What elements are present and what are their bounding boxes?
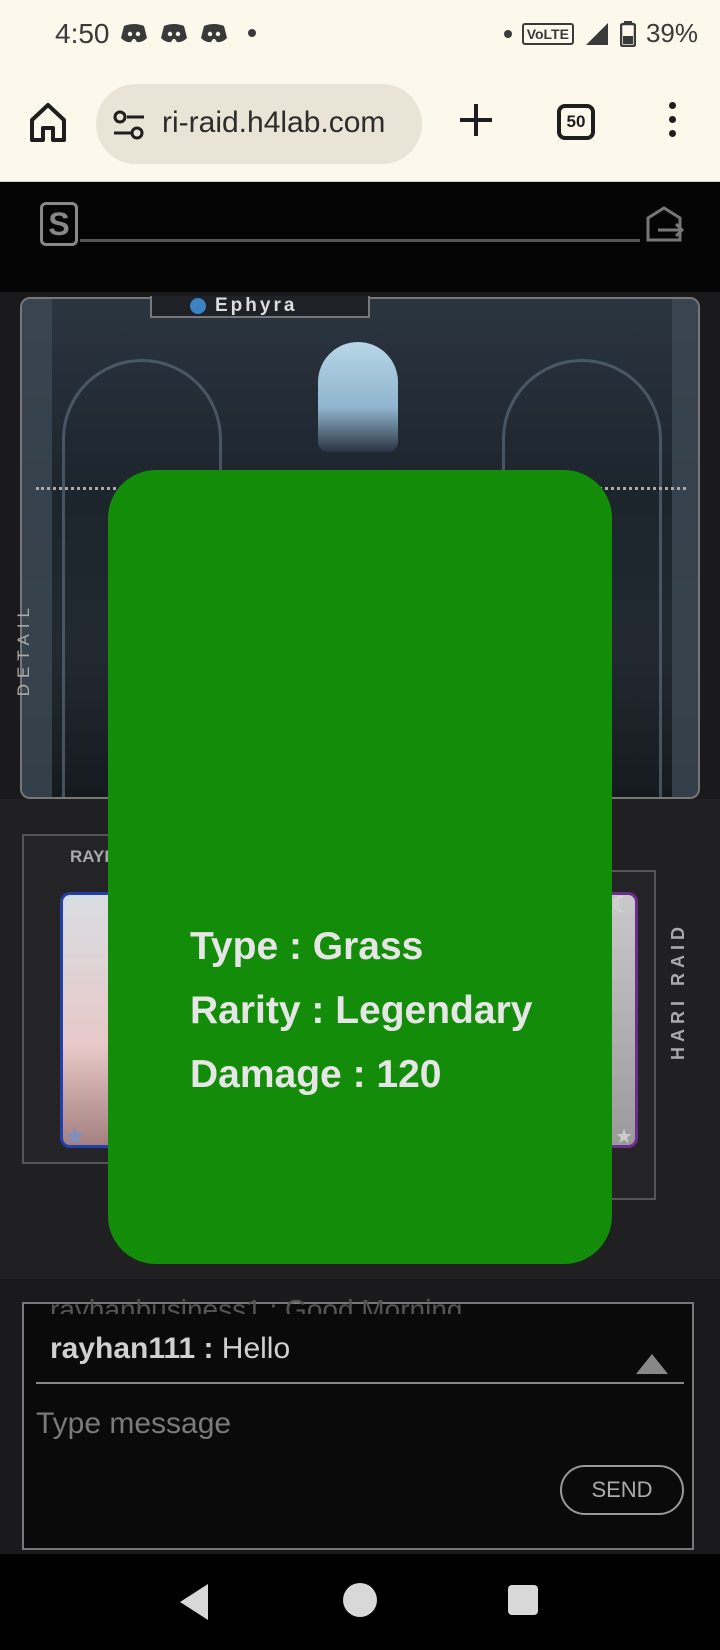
new-tab-icon[interactable] bbox=[458, 102, 494, 138]
status-time: 4:50 bbox=[55, 18, 110, 49]
expand-chat-icon[interactable] bbox=[636, 1354, 668, 1374]
exit-icon[interactable] bbox=[644, 204, 684, 244]
notification-icons bbox=[120, 22, 256, 44]
chat-message: rayhan111 : Hello bbox=[50, 1332, 290, 1366]
detail-tab[interactable]: DETAIL bbox=[14, 602, 34, 696]
battery-icon bbox=[619, 20, 636, 47]
home-circle-icon[interactable] bbox=[343, 1583, 377, 1617]
home-icon[interactable] bbox=[28, 100, 68, 144]
element-dot-icon bbox=[190, 298, 206, 314]
star-icon: ★ bbox=[64, 1123, 86, 1150]
signal-icon bbox=[585, 22, 608, 45]
star-icon: ★ bbox=[615, 1126, 633, 1148]
url-text[interactable]: ri-raid.h4lab.com bbox=[162, 106, 412, 140]
back-icon[interactable] bbox=[180, 1584, 208, 1620]
card-type: Type : Grass bbox=[190, 925, 424, 968]
card-rarity: Rarity : Legendary bbox=[190, 989, 533, 1032]
discord-icon bbox=[201, 24, 227, 43]
discord-icon bbox=[121, 24, 147, 43]
dot-icon bbox=[248, 29, 256, 37]
chat-divider bbox=[36, 1382, 684, 1384]
background-pillar bbox=[22, 299, 52, 797]
status-right: VoLTE 39% bbox=[503, 18, 698, 49]
background-pillar bbox=[672, 299, 698, 797]
recents-icon[interactable] bbox=[508, 1585, 538, 1615]
moon-icon: ☾ bbox=[612, 892, 632, 917]
volte-badge: VoLTE bbox=[521, 22, 574, 45]
tab-switcher-icon[interactable]: 50 bbox=[557, 104, 595, 140]
hari-raid-label[interactable]: HARI RAID bbox=[668, 922, 689, 1060]
left-card-label: RAYI bbox=[70, 847, 110, 866]
status-bar: 4:50 VoLTE 39% bbox=[0, 0, 720, 72]
chat-message-input[interactable] bbox=[36, 1394, 516, 1454]
hero-portrait bbox=[318, 342, 398, 452]
system-nav-bar bbox=[0, 1554, 720, 1650]
logo-s-icon[interactable]: S bbox=[40, 202, 78, 246]
game-top-band bbox=[0, 182, 720, 292]
card-damage: Damage : 120 bbox=[190, 1053, 442, 1096]
site-settings-icon[interactable] bbox=[112, 108, 146, 142]
chat-previous-message: rayhanbusiness1 : Good Morning bbox=[50, 1294, 463, 1314]
chat-username: rayhan111 : bbox=[50, 1332, 214, 1365]
card-info-modal[interactable] bbox=[108, 470, 612, 1264]
hero-name: Ephyra bbox=[215, 295, 298, 316]
battery-percent: 39% bbox=[645, 18, 698, 48]
url-bar[interactable]: ri-raid.h4lab.com bbox=[96, 84, 422, 164]
send-button[interactable]: SEND bbox=[560, 1465, 684, 1515]
discord-icon bbox=[161, 24, 187, 43]
browser-toolbar: ri-raid.h4lab.com 50 bbox=[0, 72, 720, 182]
dot-icon bbox=[503, 29, 512, 38]
menu-icon[interactable] bbox=[662, 102, 682, 142]
top-divider bbox=[80, 239, 640, 242]
chat-text: Hello bbox=[213, 1332, 291, 1365]
